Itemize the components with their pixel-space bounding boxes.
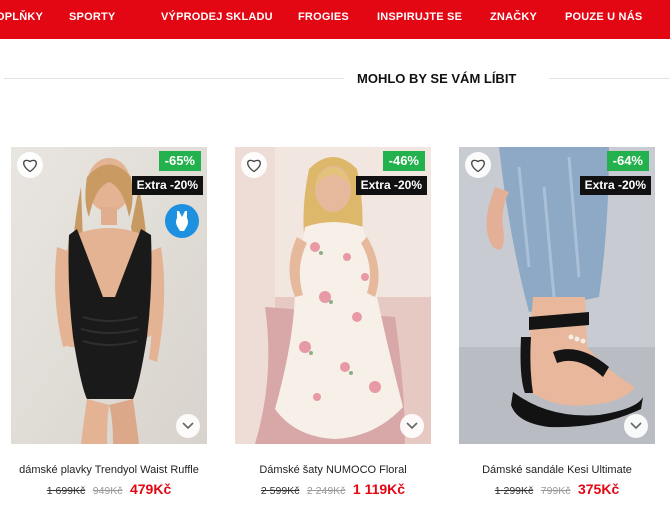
section-divider-right [549, 78, 670, 79]
wishlist-button[interactable] [17, 152, 43, 178]
price-original: 2 599Kč [260, 485, 300, 497]
product-prices: 1 299Kč 799Kč 375Kč [459, 481, 655, 499]
nav-item-frogies[interactable]: FROGIES [298, 11, 349, 23]
product-card[interactable]: -64% Extra -20% Dámské sandále Kesi Ulti… [459, 147, 655, 497]
product-prices: 2 599Kč 2 249Kč 1 119Kč [235, 481, 431, 499]
nav-item-vyprodej-skladu[interactable]: VÝPRODEJ SKLADU [161, 11, 273, 23]
product-name[interactable]: Dámské šaty NUMOCO Floral [235, 464, 431, 476]
price-before-discount: 799Kč [540, 485, 571, 497]
more-options-button[interactable] [176, 414, 200, 438]
extra-discount-badge: Extra -20% [579, 176, 651, 195]
nav-item-doplnky[interactable]: OPLŇKY [0, 11, 43, 23]
price-current: 479Kč [129, 481, 172, 497]
swimsuit-icon [165, 204, 199, 238]
section-divider-left [4, 78, 344, 79]
price-current: 1 119Kč [352, 481, 406, 497]
product-image[interactable]: -46% Extra -20% [235, 147, 431, 444]
discount-badge: -64% [606, 151, 649, 171]
more-options-button[interactable] [624, 414, 648, 438]
wishlist-button[interactable] [241, 152, 267, 178]
product-prices: 1 699Kč 949Kč 479Kč [11, 481, 207, 499]
product-name[interactable]: Dámské sandále Kesi Ultimate [459, 464, 655, 476]
section-title: MOHLO BY SE VÁM LÍBIT [357, 71, 517, 86]
nav-item-sporty[interactable]: SPORTY [69, 11, 115, 23]
product-image[interactable]: -64% Extra -20% [459, 147, 655, 444]
wishlist-button[interactable] [465, 152, 491, 178]
heart-icon [247, 159, 261, 172]
chevron-down-icon [630, 422, 642, 430]
discount-badge: -65% [158, 151, 201, 171]
chevron-down-icon [406, 422, 418, 430]
price-original: 1 699Kč [46, 485, 86, 497]
nav-item-pouze-u-nas[interactable]: POUZE U NÁS [565, 11, 642, 23]
discount-badge: -46% [382, 151, 425, 171]
price-before-discount: 2 249Kč [306, 485, 346, 497]
heart-icon [471, 159, 485, 172]
price-before-discount: 949Kč [92, 485, 123, 497]
chevron-down-icon [182, 422, 194, 430]
extra-discount-badge: Extra -20% [355, 176, 427, 195]
top-navigation-bar: OPLŇKY SPORTY VÝPRODEJ SKLADU FROGIES IN… [0, 0, 670, 39]
product-name[interactable]: dámské plavky Trendyol Waist Ruffle [11, 464, 207, 476]
nav-item-inspirujte-se[interactable]: INSPIRUJTE SE [377, 11, 462, 23]
nav-item-znacky[interactable]: ZNAČKY [490, 11, 537, 23]
price-original: 1 299Kč [494, 485, 534, 497]
product-card[interactable]: -46% Extra -20% Dámské šaty NUMOCO Flora… [235, 147, 431, 497]
heart-icon [23, 159, 37, 172]
product-card[interactable]: -65% Extra -20% dámské plavky Trendyol W… [11, 147, 207, 497]
price-current: 375Kč [577, 481, 620, 497]
extra-discount-badge: Extra -20% [131, 176, 203, 195]
more-options-button[interactable] [400, 414, 424, 438]
product-image[interactable]: -65% Extra -20% [11, 147, 207, 444]
